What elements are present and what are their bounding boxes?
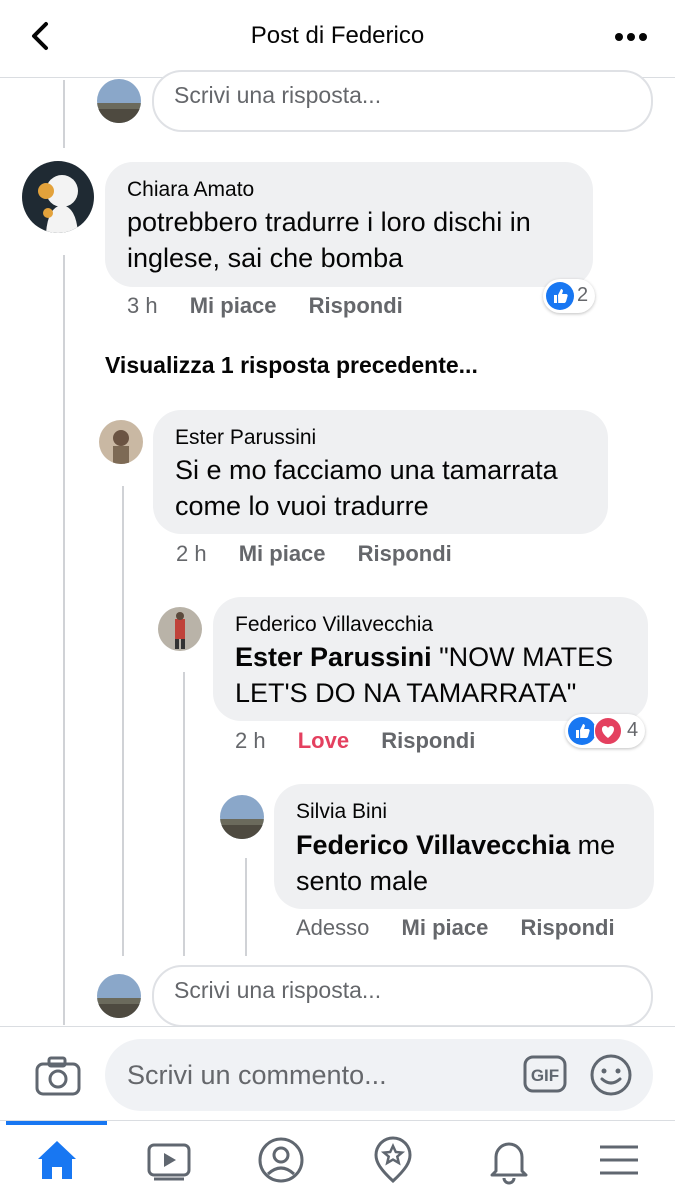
- avatar[interactable]: [99, 420, 143, 464]
- timestamp[interactable]: 2 h: [235, 728, 266, 753]
- comment-bubble[interactable]: Silvia Bini Federico Villavecchia me sen…: [274, 784, 654, 909]
- comment-meta: 2 h Love Rispondi: [235, 728, 475, 754]
- active-tab-indicator: [6, 1121, 107, 1125]
- video-icon[interactable]: [144, 1135, 194, 1185]
- svg-text:GIF: GIF: [531, 1066, 559, 1085]
- comment-bubble[interactable]: Chiara Amato potrebbero tradurre i loro …: [105, 162, 593, 287]
- mention-link[interactable]: Ester Parussini: [235, 642, 432, 672]
- comment-composer: Scrivi un commento... GIF: [0, 1026, 675, 1120]
- avatar[interactable]: [220, 795, 264, 839]
- bottom-tab-bar: [0, 1120, 675, 1200]
- pages-icon[interactable]: [368, 1135, 418, 1185]
- reply-input[interactable]: Scrivi una risposta...: [152, 70, 653, 132]
- love-reaction-icon: [594, 717, 622, 745]
- reaction-summary[interactable]: 2: [543, 279, 595, 313]
- thread-line: [183, 672, 185, 956]
- comment-text: Si e mo facciamo una tamarrata come lo v…: [175, 455, 558, 521]
- camera-icon[interactable]: [34, 1055, 82, 1097]
- timestamp[interactable]: 3 h: [127, 293, 158, 318]
- mention-link[interactable]: Federico Villavecchia: [296, 830, 570, 860]
- like-reaction-icon: [546, 282, 574, 310]
- thread-line: [63, 255, 65, 1025]
- reply-button[interactable]: Rispondi: [520, 915, 614, 940]
- avatar[interactable]: [97, 79, 141, 123]
- timestamp[interactable]: Adesso: [296, 915, 369, 940]
- avatar[interactable]: [97, 974, 141, 1018]
- profile-icon[interactable]: [256, 1135, 306, 1185]
- more-options-icon[interactable]: [611, 20, 651, 54]
- reaction-summary[interactable]: 4: [565, 714, 645, 748]
- comment-author[interactable]: Silvia Bini: [296, 800, 387, 824]
- avatar[interactable]: [22, 161, 94, 233]
- comment-text: Ester Parussini "NOW MATES LET'S DO NA T…: [235, 642, 614, 708]
- comment-meta: 2 h Mi piace Rispondi: [176, 541, 452, 567]
- like-reaction-icon: [568, 717, 596, 745]
- reply-input[interactable]: Scrivi una risposta...: [152, 965, 653, 1027]
- like-button[interactable]: Mi piace: [402, 915, 489, 940]
- reply-button[interactable]: Rispondi: [381, 728, 475, 753]
- comment-meta: 3 h Mi piace Rispondi: [127, 293, 403, 319]
- comment-bubble[interactable]: Ester Parussini Si e mo facciamo una tam…: [153, 410, 608, 534]
- top-bar: Post di Federico: [0, 0, 675, 78]
- reply-button[interactable]: Rispondi: [309, 293, 403, 318]
- comment-author[interactable]: Chiara Amato: [127, 178, 254, 202]
- love-button[interactable]: Love: [298, 728, 349, 753]
- comment-author[interactable]: Federico Villavecchia: [235, 613, 433, 637]
- comment-text: potrebbero tradurre i loro dischi in ing…: [127, 207, 531, 273]
- avatar[interactable]: [158, 607, 202, 651]
- comment-text: Federico Villavecchia me sento male: [296, 830, 616, 896]
- menu-icon[interactable]: [594, 1135, 644, 1185]
- reaction-count: 4: [627, 719, 639, 741]
- thread-line: [245, 858, 247, 956]
- thread-line: [63, 80, 65, 148]
- like-button[interactable]: Mi piace: [190, 293, 277, 318]
- view-previous-replies-link[interactable]: Visualizza 1 risposta precedente...: [105, 352, 478, 379]
- like-button[interactable]: Mi piace: [239, 541, 326, 566]
- comment-bubble[interactable]: Federico Villavecchia Ester Parussini "N…: [213, 597, 648, 721]
- reply-button[interactable]: Rispondi: [358, 541, 452, 566]
- gif-icon[interactable]: GIF: [523, 1055, 567, 1093]
- comment-meta: Adesso Mi piace Rispondi: [296, 915, 615, 941]
- home-icon[interactable]: [32, 1135, 82, 1185]
- reaction-count: 2: [577, 284, 589, 306]
- thread-line: [122, 486, 124, 956]
- emoji-icon[interactable]: [589, 1053, 633, 1097]
- page-title: Post di Federico: [250, 22, 425, 49]
- comment-author[interactable]: Ester Parussini: [175, 426, 316, 450]
- notifications-icon[interactable]: [484, 1135, 534, 1185]
- comment-input[interactable]: Scrivi un commento... GIF: [105, 1039, 653, 1111]
- timestamp[interactable]: 2 h: [176, 541, 207, 566]
